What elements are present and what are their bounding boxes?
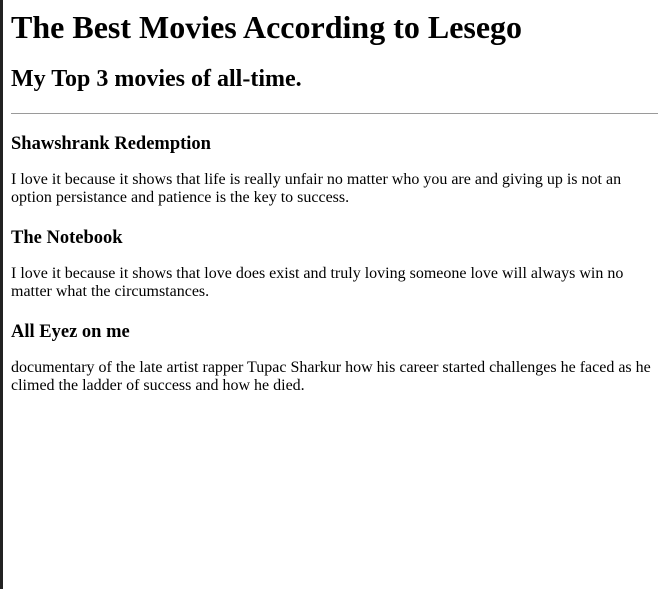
movie-title: Shawshrank Redemption	[11, 134, 211, 154]
movie-title: The Notebook	[11, 228, 123, 248]
page-title: The Best Movies According to Lesego	[11, 9, 523, 45]
movie-description: I love it because it shows that life is …	[11, 171, 622, 206]
movie-description: I love it because it shows that love doe…	[11, 265, 624, 300]
window-left-edge	[0, 0, 3, 589]
page-subtitle: My Top 3 movies of all-time.	[11, 66, 302, 92]
movie-title: All Eyez on me	[11, 322, 130, 342]
page-content: The Best Movies According to Lesego My T…	[11, 0, 658, 395]
movie-description: documentary of the late artist rapper Tu…	[11, 359, 651, 394]
movie-entry: Shawshrank Redemption I love it because …	[11, 133, 658, 207]
movie-entry: The Notebook I love it because it shows …	[11, 227, 658, 301]
divider	[11, 113, 658, 114]
movie-entry: All Eyez on me documentary of the late a…	[11, 321, 658, 395]
